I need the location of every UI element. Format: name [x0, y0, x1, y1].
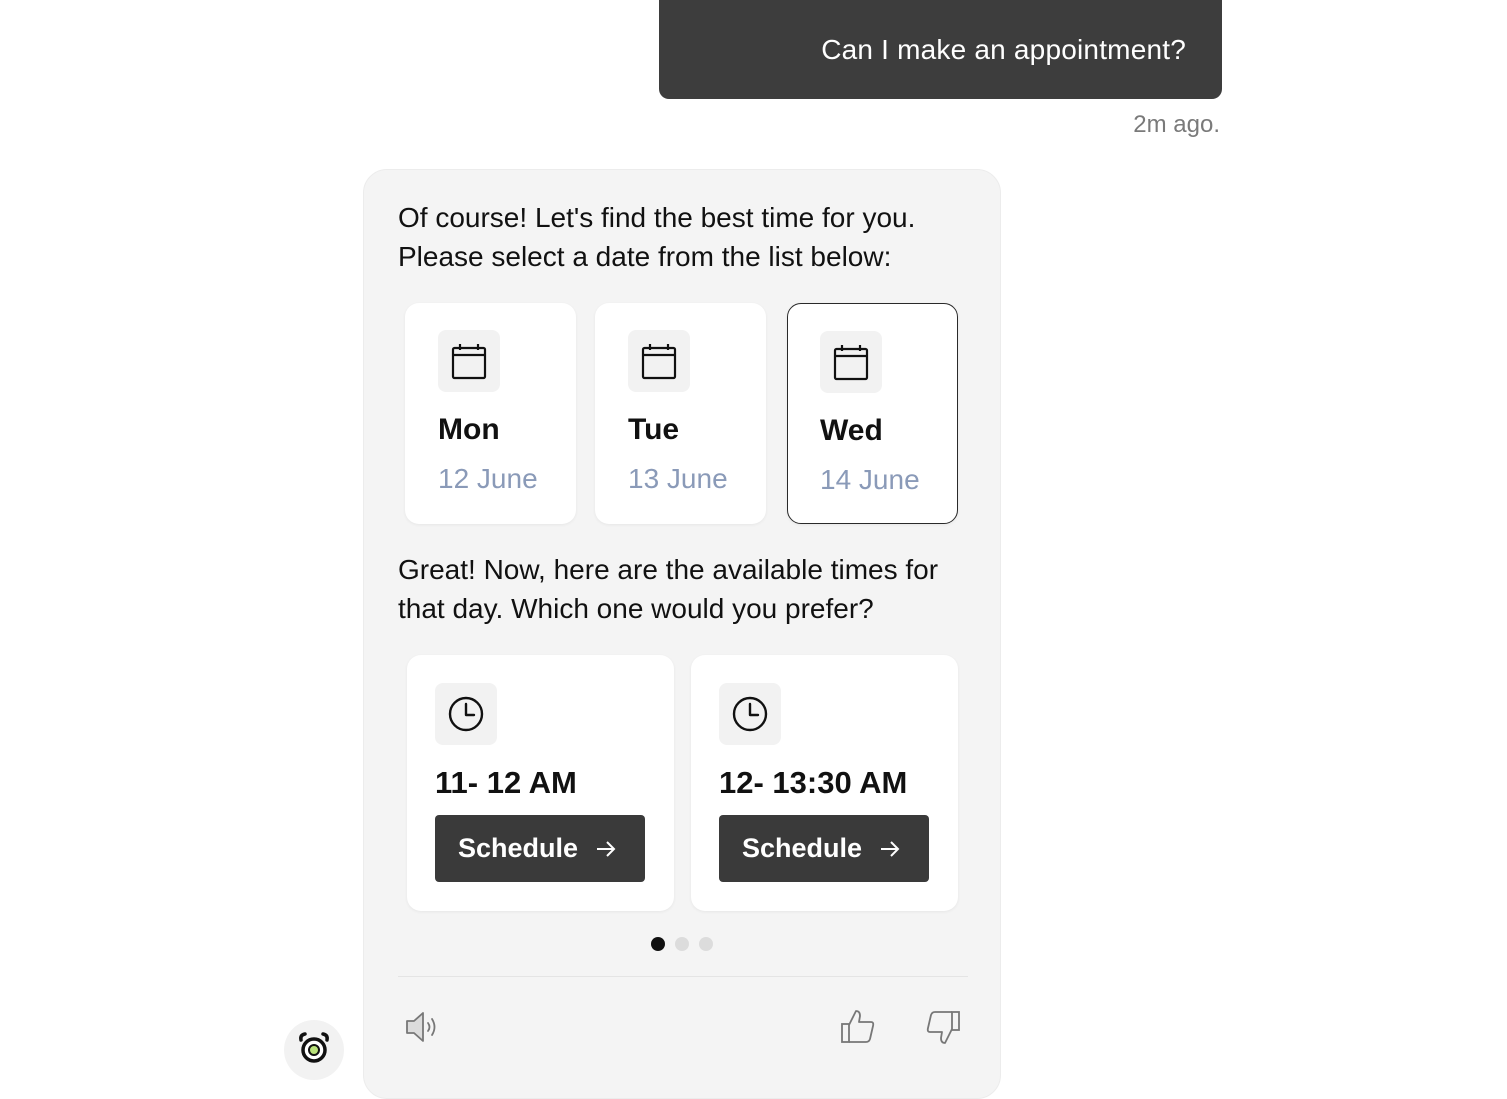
carousel-pagination: [651, 937, 713, 951]
schedule-button[interactable]: Schedule: [719, 815, 929, 882]
schedule-button[interactable]: Schedule: [435, 815, 645, 882]
bot-message-card: Of course! Let's find the best time for …: [363, 169, 1001, 1099]
date-day-label: Tue: [628, 413, 680, 446]
carousel-dot[interactable]: [699, 937, 713, 951]
time-slot-label: 11- 12 AM: [435, 765, 577, 800]
date-day-label: Wed: [820, 414, 883, 447]
time-slot-card: 12- 13:30 AM Schedule: [691, 655, 958, 911]
bot-avatar: [284, 1020, 344, 1080]
date-option-wed[interactable]: Wed 14 June: [787, 303, 958, 524]
speaker-icon[interactable]: [404, 1008, 440, 1046]
schedule-button-label: Schedule: [742, 833, 863, 863]
date-day-label: Mon: [438, 413, 500, 446]
user-message-bubble: Can I make an appointment?: [659, 0, 1222, 99]
message-timestamp: 2m ago.: [1133, 111, 1220, 138]
clock-icon: [435, 683, 497, 745]
footer-divider: [398, 976, 968, 977]
date-value-label: 12 June: [438, 463, 538, 494]
date-value-label: 14 June: [820, 464, 920, 495]
arrow-right-icon: [596, 840, 616, 858]
calendar-icon: [628, 330, 690, 392]
alarm-clock-icon: [297, 1031, 331, 1070]
thumbs-up-icon[interactable]: [840, 1008, 876, 1046]
user-message-text: Can I make an appointment?: [821, 33, 1186, 65]
time-slot-label: 12- 13:30 AM: [719, 765, 908, 800]
time-slot-card: 11- 12 AM Schedule: [407, 655, 674, 911]
date-option-tue[interactable]: Tue 13 June: [595, 303, 766, 524]
thumbs-down-icon[interactable]: [925, 1008, 961, 1046]
clock-icon: [719, 683, 781, 745]
calendar-icon: [820, 331, 882, 393]
schedule-button-label: Schedule: [458, 833, 579, 863]
bot-followup-text: Great! Now, here are the available times…: [398, 554, 939, 624]
date-value-label: 13 June: [628, 463, 728, 494]
carousel-dot[interactable]: [675, 937, 689, 951]
arrow-right-icon: [880, 840, 900, 858]
date-option-mon[interactable]: Mon 12 June: [405, 303, 576, 524]
carousel-dot[interactable]: [651, 937, 665, 951]
bot-intro-text: Of course! Let's find the best time for …: [398, 202, 916, 272]
calendar-icon: [438, 330, 500, 392]
